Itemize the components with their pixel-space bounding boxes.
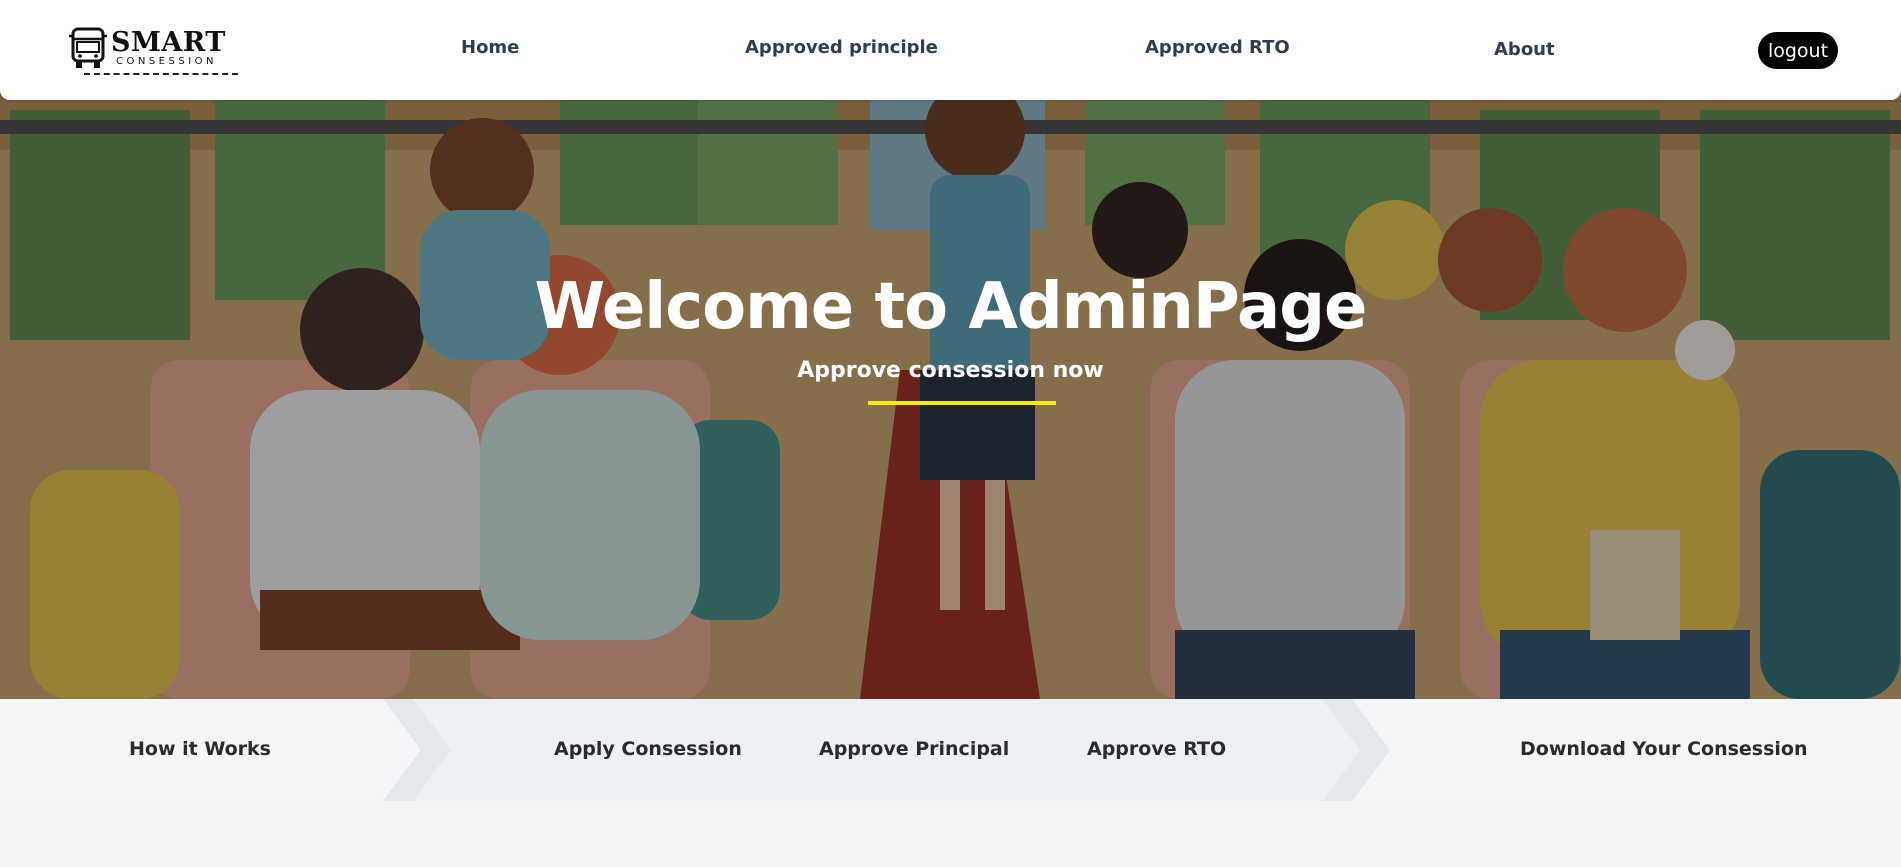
hero-subtitle: Approve consession now: [797, 358, 1104, 383]
hero-title: Welcome to AdminPage: [534, 270, 1368, 344]
step-approve-principal: Approve Principal: [819, 738, 1010, 760]
step-apply-consession: Apply Consession: [554, 738, 742, 760]
logout-button[interactable]: logout: [1758, 32, 1838, 69]
hero-banner: Welcome to AdminPage Approve consession …: [0, 70, 1901, 699]
step-download-consession: Download Your Consession: [1520, 738, 1808, 760]
how-it-works-strip: How it Works Apply Consession Approve Pr…: [0, 699, 1901, 801]
page-footer-space: [0, 801, 1901, 867]
bus-icon: [69, 27, 107, 68]
nav-approved-principle-link[interactable]: Approved principle: [745, 37, 938, 58]
brand-name: SMART: [111, 27, 226, 58]
nav-about-link[interactable]: About: [1494, 39, 1555, 60]
step-approve-rto: Approve RTO: [1087, 738, 1227, 760]
step-how-it-works: How it Works: [129, 738, 271, 760]
brand-logo[interactable]: SMART CONSESSION: [66, 24, 242, 76]
nav-home-link[interactable]: Home: [461, 37, 519, 58]
top-navbar: SMART CONSESSION Home Approved principle…: [0, 0, 1901, 100]
brand-tagline: CONSESSION: [116, 56, 217, 67]
hero-dark-overlay: [0, 70, 1901, 699]
hero-underline: [868, 401, 1056, 405]
brand-underline: [84, 73, 238, 75]
nav-approved-rto-link[interactable]: Approved RTO: [1145, 37, 1290, 58]
